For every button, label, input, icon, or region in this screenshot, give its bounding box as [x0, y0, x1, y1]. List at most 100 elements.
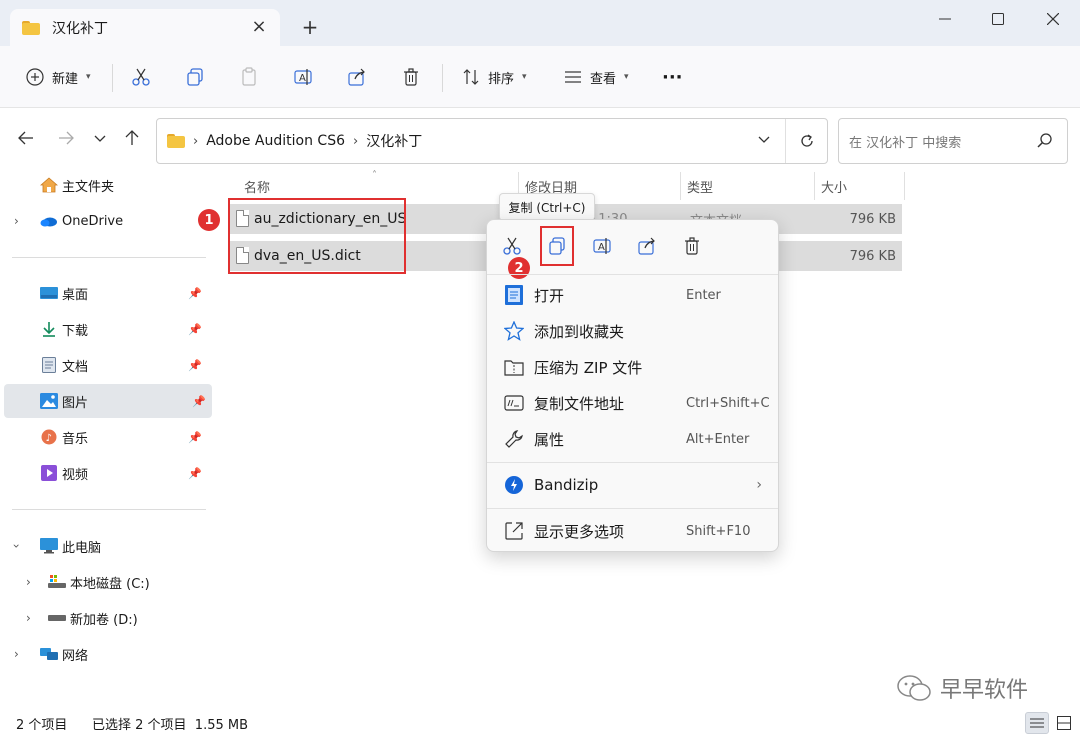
trash-icon	[685, 237, 699, 255]
forward-button[interactable]	[54, 126, 78, 150]
menu-item-show-more-options[interactable]: 显示更多选项 Shift+F10	[491, 514, 776, 548]
breadcrumb-separator-icon: ›	[353, 133, 359, 149]
back-button[interactable]	[14, 126, 38, 150]
view-button[interactable]: 查看 ▾	[562, 62, 629, 92]
network-icon	[40, 646, 58, 662]
column-header-name[interactable]: 名称 ˄	[244, 170, 377, 200]
copy-button[interactable]	[184, 62, 206, 92]
sidebar-item-documents[interactable]: 文档 📌	[0, 348, 208, 382]
tab-close-button[interactable]: ×	[250, 18, 268, 36]
sort-label: 排序	[488, 71, 515, 87]
cut-action[interactable]	[500, 234, 524, 258]
rename-action[interactable]: A	[590, 234, 614, 258]
folder-icon	[22, 20, 40, 35]
rename-button[interactable]: A	[292, 62, 314, 92]
arrow-left-icon	[18, 131, 33, 145]
menu-item-add-favorite[interactable]: 添加到收藏夹	[491, 314, 776, 348]
svg-text:A: A	[299, 73, 306, 84]
highlight-box-files	[228, 198, 406, 274]
pin-icon[interactable]: 📌	[188, 467, 202, 480]
address-history-dropdown[interactable]	[743, 133, 785, 149]
pin-icon[interactable]: 📌	[188, 359, 202, 372]
sidebar-item-label: OneDrive	[62, 213, 124, 229]
menu-item-properties[interactable]: 属性 Alt+Enter	[491, 422, 776, 456]
cut-button[interactable]	[130, 62, 152, 92]
pin-icon[interactable]: 📌	[192, 395, 206, 408]
chevron-down-icon[interactable]: ›	[9, 544, 23, 549]
highlight-box-copy	[540, 226, 574, 266]
sidebar-item-label: 新加卷 (D:)	[70, 612, 138, 628]
share-action[interactable]	[635, 234, 659, 258]
breadcrumb-item[interactable]: Adobe Audition CS6	[206, 133, 345, 149]
maximize-button[interactable]	[975, 6, 1021, 32]
sidebar-divider	[12, 257, 206, 258]
column-divider[interactable]	[904, 172, 905, 200]
menu-divider	[487, 274, 778, 275]
minimize-icon	[939, 18, 951, 20]
chevron-right-icon: ›	[756, 477, 762, 493]
column-header-type[interactable]: 类型	[687, 172, 713, 200]
sidebar-item-home[interactable]: 主文件夹	[0, 168, 208, 202]
delete-action[interactable]	[680, 234, 704, 258]
sidebar-item-pictures[interactable]: 图片 📌	[4, 384, 212, 418]
menu-item-compress-zip[interactable]: 压缩为 ZIP 文件	[491, 350, 776, 384]
new-tab-button[interactable]: +	[298, 15, 322, 39]
sidebar-item-music[interactable]: ♪ 音乐 📌	[0, 420, 208, 454]
sidebar-item-label: 网络	[62, 648, 89, 664]
pin-icon[interactable]: 📌	[188, 287, 202, 300]
sidebar-item-videos[interactable]: 视频 📌	[0, 456, 208, 490]
up-button[interactable]	[120, 126, 144, 150]
more-options-button[interactable]: ···	[662, 62, 683, 92]
new-button[interactable]: 新建 ▾	[24, 62, 91, 92]
sidebar-item-onedrive[interactable]: › OneDrive	[0, 204, 208, 238]
sidebar-item-drive-c[interactable]: › 本地磁盘 (C:)	[0, 565, 208, 599]
tab-current-folder[interactable]: 汉化补丁 ×	[10, 9, 280, 46]
chevron-down-icon: ▾	[624, 72, 629, 82]
sort-icon	[460, 66, 482, 88]
rename-icon: A	[292, 66, 314, 88]
selection-info: 已选择 2 个项目 1.55 MB	[92, 717, 249, 733]
menu-item-bandizip[interactable]: Bandizip ›	[491, 468, 776, 502]
pin-icon[interactable]: 📌	[188, 431, 202, 444]
recent-locations-button[interactable]	[88, 126, 112, 150]
column-divider[interactable]	[814, 172, 815, 200]
copy-path-icon	[503, 392, 525, 414]
close-button[interactable]	[1030, 6, 1076, 32]
sidebar-item-this-pc[interactable]: › 此电脑	[0, 529, 208, 563]
chevron-right-icon[interactable]: ›	[14, 647, 19, 661]
navigation-pane: 主文件夹 › OneDrive 桌面 📌 下载 📌 文档 📌 图片 📌 ♪ 音乐…	[0, 166, 212, 710]
sort-button[interactable]: 排序 ▾	[460, 62, 527, 92]
breadcrumb-item[interactable]: 汉化补丁	[366, 131, 422, 151]
delete-button[interactable]	[400, 62, 422, 92]
share-icon	[346, 66, 368, 88]
chevron-right-icon[interactable]: ›	[26, 575, 31, 589]
wrench-icon	[503, 428, 525, 450]
sidebar-item-network[interactable]: › 网络	[0, 637, 208, 671]
sidebar-item-downloads[interactable]: 下载 📌	[0, 312, 208, 346]
scissors-icon	[130, 66, 152, 88]
file-size: 796 KB	[849, 248, 896, 264]
chevron-right-icon[interactable]: ›	[14, 214, 19, 228]
step-badge-2: 2	[508, 257, 530, 279]
menu-item-open[interactable]: 打开 Enter	[491, 278, 776, 312]
chevron-right-icon[interactable]: ›	[26, 611, 31, 625]
refresh-button[interactable]	[785, 119, 827, 163]
minimize-button[interactable]	[922, 6, 968, 32]
details-view-button[interactable]	[1025, 712, 1049, 734]
copy-tooltip: 复制 (Ctrl+C)	[499, 193, 595, 221]
computer-icon	[40, 538, 58, 554]
sidebar-item-desktop[interactable]: 桌面 📌	[0, 276, 208, 310]
maximize-icon	[992, 13, 1004, 25]
paste-button[interactable]	[238, 62, 260, 92]
column-divider[interactable]	[680, 172, 681, 200]
column-header-size[interactable]: 大小	[821, 172, 847, 200]
title-bar: 汉化补丁 × +	[0, 0, 1080, 46]
sidebar-item-drive-d[interactable]: › 新加卷 (D:)	[0, 601, 208, 635]
pin-icon[interactable]: 📌	[188, 323, 202, 336]
share-button[interactable]	[346, 62, 368, 92]
sidebar-item-label: 视频	[62, 467, 89, 483]
menu-item-copy-path[interactable]: 复制文件地址 Ctrl+Shift+C	[491, 386, 776, 420]
search-input[interactable]: 在 汉化补丁 中搜索	[838, 118, 1068, 164]
tiles-view-button[interactable]	[1052, 712, 1076, 734]
address-bar[interactable]: › Adobe Audition CS6 › 汉化补丁	[156, 118, 828, 164]
